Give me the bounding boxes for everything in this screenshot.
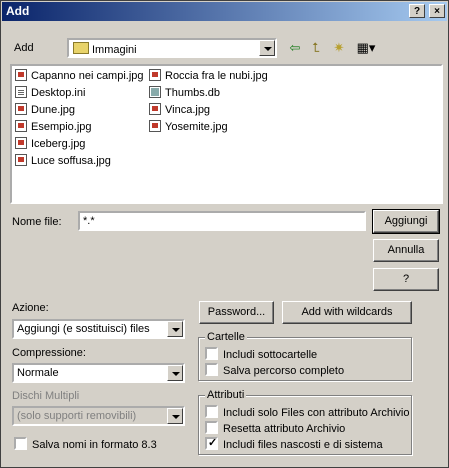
file-name: Yosemite.jpg (165, 121, 228, 133)
database-file-icon (149, 86, 161, 98)
image-file-icon (15, 69, 27, 81)
file-item[interactable]: Thumbs.db (149, 85, 220, 101)
filename-input[interactable]: *.* (78, 211, 366, 231)
add-button[interactable]: Aggiungi (372, 209, 440, 234)
file-item[interactable]: Luce soffusa.jpg (15, 153, 111, 169)
file-item[interactable]: Esempio.jpg (15, 119, 92, 135)
action-combo[interactable]: Aggiungi (e sostituisci) files (12, 319, 185, 339)
file-item[interactable]: Roccia fra le nubi.jpg (149, 68, 268, 84)
password-button[interactable]: Password... (199, 301, 274, 324)
file-item[interactable]: Desktop.ini (15, 85, 85, 101)
title-bar: Add ? × (2, 2, 447, 21)
multi-disk-combo: (solo supporti removibili) (12, 406, 185, 426)
include-subfolders-checkbox[interactable]: Includi sottocartelle (205, 347, 317, 361)
view-menu-icon[interactable]: ▦▾ (355, 40, 377, 56)
file-item[interactable]: Iceberg.jpg (15, 136, 85, 152)
file-item[interactable]: Yosemite.jpg (149, 119, 228, 135)
file-name: Esempio.jpg (31, 121, 92, 133)
checkbox[interactable] (205, 421, 218, 434)
look-in-combo[interactable]: Immagini (67, 38, 277, 58)
window-title: Add (6, 4, 30, 18)
file-name: Thumbs.db (165, 87, 221, 99)
file-name: Desktop.ini (31, 87, 86, 99)
image-file-icon (15, 137, 27, 149)
folders-group-title: Cartelle (205, 331, 247, 343)
compression-combo[interactable]: Normale (12, 363, 185, 383)
image-file-icon (149, 103, 161, 115)
checkbox[interactable] (205, 436, 218, 450)
chevron-down-icon[interactable] (259, 40, 275, 56)
chevron-down-icon[interactable] (167, 321, 183, 337)
checkbox[interactable] (205, 347, 218, 360)
checkbox[interactable] (205, 363, 218, 376)
look-in-label: Add (14, 42, 34, 54)
look-in-value: Immagini (92, 44, 137, 56)
image-file-icon (15, 120, 27, 132)
file-name: Roccia fra le nubi.jpg (165, 70, 268, 82)
file-name: Iceberg.jpg (31, 138, 86, 150)
help-button[interactable]: ? (373, 268, 439, 291)
chevron-down-icon (167, 408, 183, 424)
file-name: Dune.jpg (31, 104, 76, 116)
document-file-icon (15, 86, 27, 98)
file-name: Vinca.jpg (165, 104, 211, 116)
save-83-names-checkbox[interactable]: Salva nomi in formato 8.3 (14, 437, 157, 451)
cancel-button[interactable]: Annulla (373, 239, 439, 262)
file-item[interactable]: Capanno nei campi.jpg (15, 68, 144, 84)
add-dialog: Add ? × Add Immagini ⇦ ⮤ ✷ ▦▾ Capanno ne… (0, 0, 449, 468)
checkbox[interactable] (14, 437, 27, 450)
new-folder-icon[interactable]: ✷ (331, 40, 347, 56)
filename-label: Nome file: (12, 216, 62, 228)
image-file-icon (149, 120, 161, 132)
action-label: Azione: (12, 302, 49, 314)
up-folder-icon[interactable]: ⮤ (308, 40, 324, 56)
hidden-system-checkbox[interactable]: Includi files nascosti e di sistema (205, 436, 383, 451)
file-list[interactable]: Capanno nei campi.jpg Desktop.ini Dune.jpg… (10, 64, 443, 204)
checkbox[interactable] (205, 405, 218, 418)
file-name: Capanno nei campi.jpg (31, 70, 144, 82)
reset-archive-checkbox[interactable]: Resetta attributo Archivio (205, 421, 345, 435)
compression-label: Compressione: (12, 347, 86, 359)
chevron-down-icon[interactable] (167, 365, 183, 381)
close-button[interactable]: × (429, 4, 445, 18)
image-file-icon (15, 103, 27, 115)
image-file-icon (149, 69, 161, 81)
image-file-icon (15, 154, 27, 166)
back-icon[interactable]: ⇦ (287, 40, 303, 56)
save-full-path-checkbox[interactable]: Salva percorso completo (205, 363, 344, 377)
attributes-group: Attributi Includi solo Files con attribu… (198, 389, 412, 455)
archive-only-checkbox[interactable]: Includi solo Files con attributo Archivi… (205, 405, 409, 419)
file-name: Luce soffusa.jpg (31, 155, 111, 167)
add-wildcards-button[interactable]: Add with wildcards (282, 301, 412, 324)
attributes-group-title: Attributi (205, 389, 247, 401)
file-item[interactable]: Dune.jpg (15, 102, 75, 118)
multi-disk-label: Dischi Multipli (12, 390, 80, 402)
folder-icon (73, 42, 89, 54)
help-title-button[interactable]: ? (409, 4, 425, 18)
file-item[interactable]: Vinca.jpg (149, 102, 210, 118)
folders-group: Cartelle Includi sottocartelle Salva per… (198, 331, 412, 381)
